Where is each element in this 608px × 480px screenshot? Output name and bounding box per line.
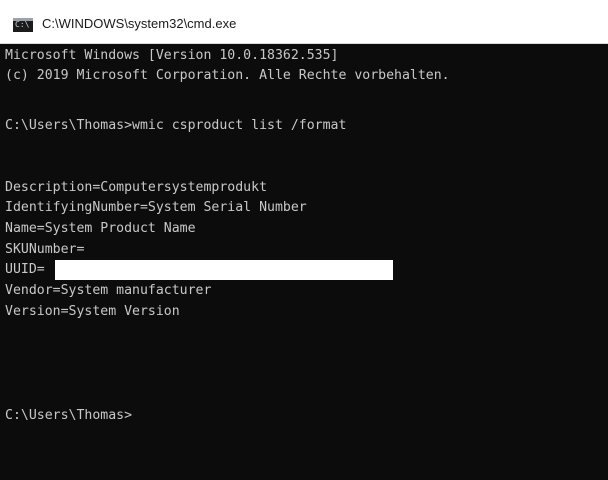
console-line-identifying-number: IdentifyingNumber=System Serial Number — [5, 200, 307, 215]
console-line-vendor: Vendor=System manufacturer — [5, 283, 212, 298]
console-line-version: Microsoft Windows [Version 10.0.18362.53… — [5, 48, 339, 63]
console-line-uuid: UUID= — [5, 262, 45, 277]
console-line-copyright: (c) 2019 Microsoft Corporation. Alle Rec… — [5, 68, 450, 83]
console-line-description: Description=Computersystemprodukt — [5, 180, 268, 195]
console-line-name: Name=System Product Name — [5, 221, 196, 236]
console-line-command: C:\Users\Thomas>wmic csproduct list /for… — [5, 118, 347, 133]
console-output[interactable]: Microsoft Windows [Version 10.0.18362.53… — [0, 44, 608, 480]
cmd-icon: C:\ — [13, 18, 33, 32]
console-line-sku-number: SKUNumber= — [5, 242, 85, 257]
console-prompt[interactable]: C:\Users\Thomas> — [5, 406, 132, 426]
title-bar[interactable]: C:\ C:\WINDOWS\system32\cmd.exe — [0, 0, 608, 44]
cmd-window: C:\ C:\WINDOWS\system32\cmd.exe Microsof… — [0, 0, 608, 480]
window-title: C:\WINDOWS\system32\cmd.exe — [42, 16, 237, 31]
console-line-version-info: Version=System Version — [5, 304, 180, 319]
uuid-redaction-box — [55, 260, 393, 280]
